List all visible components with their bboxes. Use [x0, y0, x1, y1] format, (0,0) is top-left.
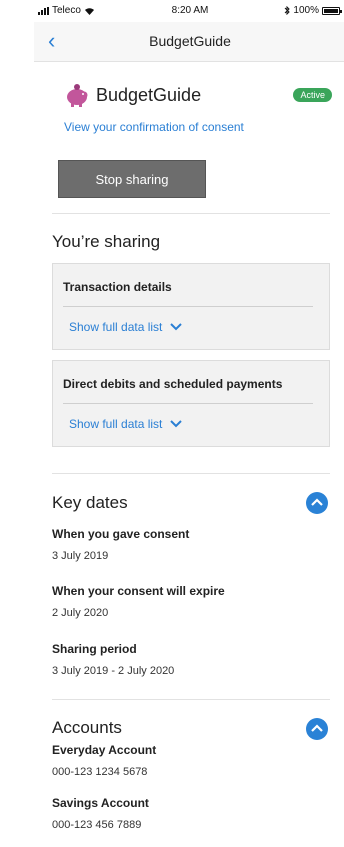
- status-bar: Teleco 8:20 AM 100%: [34, 0, 344, 22]
- card-divider: [63, 306, 313, 307]
- battery-percent: 100%: [293, 5, 319, 16]
- key-dates-heading: Key dates: [52, 493, 128, 512]
- card-divider: [63, 403, 313, 404]
- bluetooth-icon: [285, 6, 291, 15]
- divider: [52, 213, 330, 214]
- divider: [52, 699, 330, 700]
- sharing-card-direct-debits: Direct debits and scheduled payments Sho…: [52, 360, 330, 447]
- sharing-period-value: 3 July 2019 - 2 July 2020: [52, 665, 175, 677]
- battery-icon: [322, 6, 342, 15]
- sharing-period-label: Sharing period: [52, 642, 137, 656]
- sharing-card-transactions: Transaction details Show full data list: [52, 263, 330, 350]
- status-badge: Active: [293, 88, 332, 102]
- status-right: 100%: [284, 5, 342, 16]
- app-header: BudgetGuide Active: [64, 82, 332, 108]
- card-title: Direct debits and scheduled payments: [63, 377, 283, 391]
- accounts-heading: Accounts: [52, 718, 122, 737]
- account-number: 000-123 1234 5678: [52, 766, 148, 778]
- collapse-key-dates-button[interactable]: [306, 492, 328, 514]
- show-data-list-label: Show full data list: [69, 417, 163, 431]
- consent-expiry-label: When your consent will expire: [52, 584, 225, 598]
- piggy-bank-icon: [67, 84, 88, 107]
- app-name: BudgetGuide: [96, 85, 202, 105]
- account-name: Everyday Account: [52, 743, 157, 757]
- consent-given-label: When you gave consent: [52, 527, 190, 541]
- show-data-list-label: Show full data list: [69, 320, 163, 334]
- card-title: Transaction details: [63, 280, 172, 294]
- chevron-up-icon: [311, 498, 323, 506]
- consent-link[interactable]: View your confirmation of consent: [64, 120, 244, 134]
- chevron-down-icon: [170, 323, 183, 331]
- consent-given-value: 3 July 2019: [52, 550, 109, 562]
- nav-bar: ‹ BudgetGuide: [34, 22, 344, 62]
- show-data-list-link[interactable]: Show full data list: [69, 417, 183, 431]
- phone-screen: Teleco 8:20 AM 100% ‹ BudgetGuide Budget…: [34, 0, 344, 847]
- show-data-list-link[interactable]: Show full data list: [69, 320, 183, 334]
- account-name: Savings Account: [52, 796, 149, 810]
- consent-expiry-value: 2 July 2020: [52, 607, 109, 619]
- account-number: 000-123 456 7889: [52, 819, 142, 831]
- sharing-heading: You’re sharing: [52, 232, 161, 251]
- chevron-down-icon: [170, 420, 183, 428]
- stop-sharing-button[interactable]: Stop sharing: [58, 160, 206, 198]
- collapse-accounts-button[interactable]: [306, 718, 328, 740]
- chevron-up-icon: [311, 724, 323, 732]
- nav-title: BudgetGuide: [149, 33, 231, 49]
- divider: [52, 473, 330, 474]
